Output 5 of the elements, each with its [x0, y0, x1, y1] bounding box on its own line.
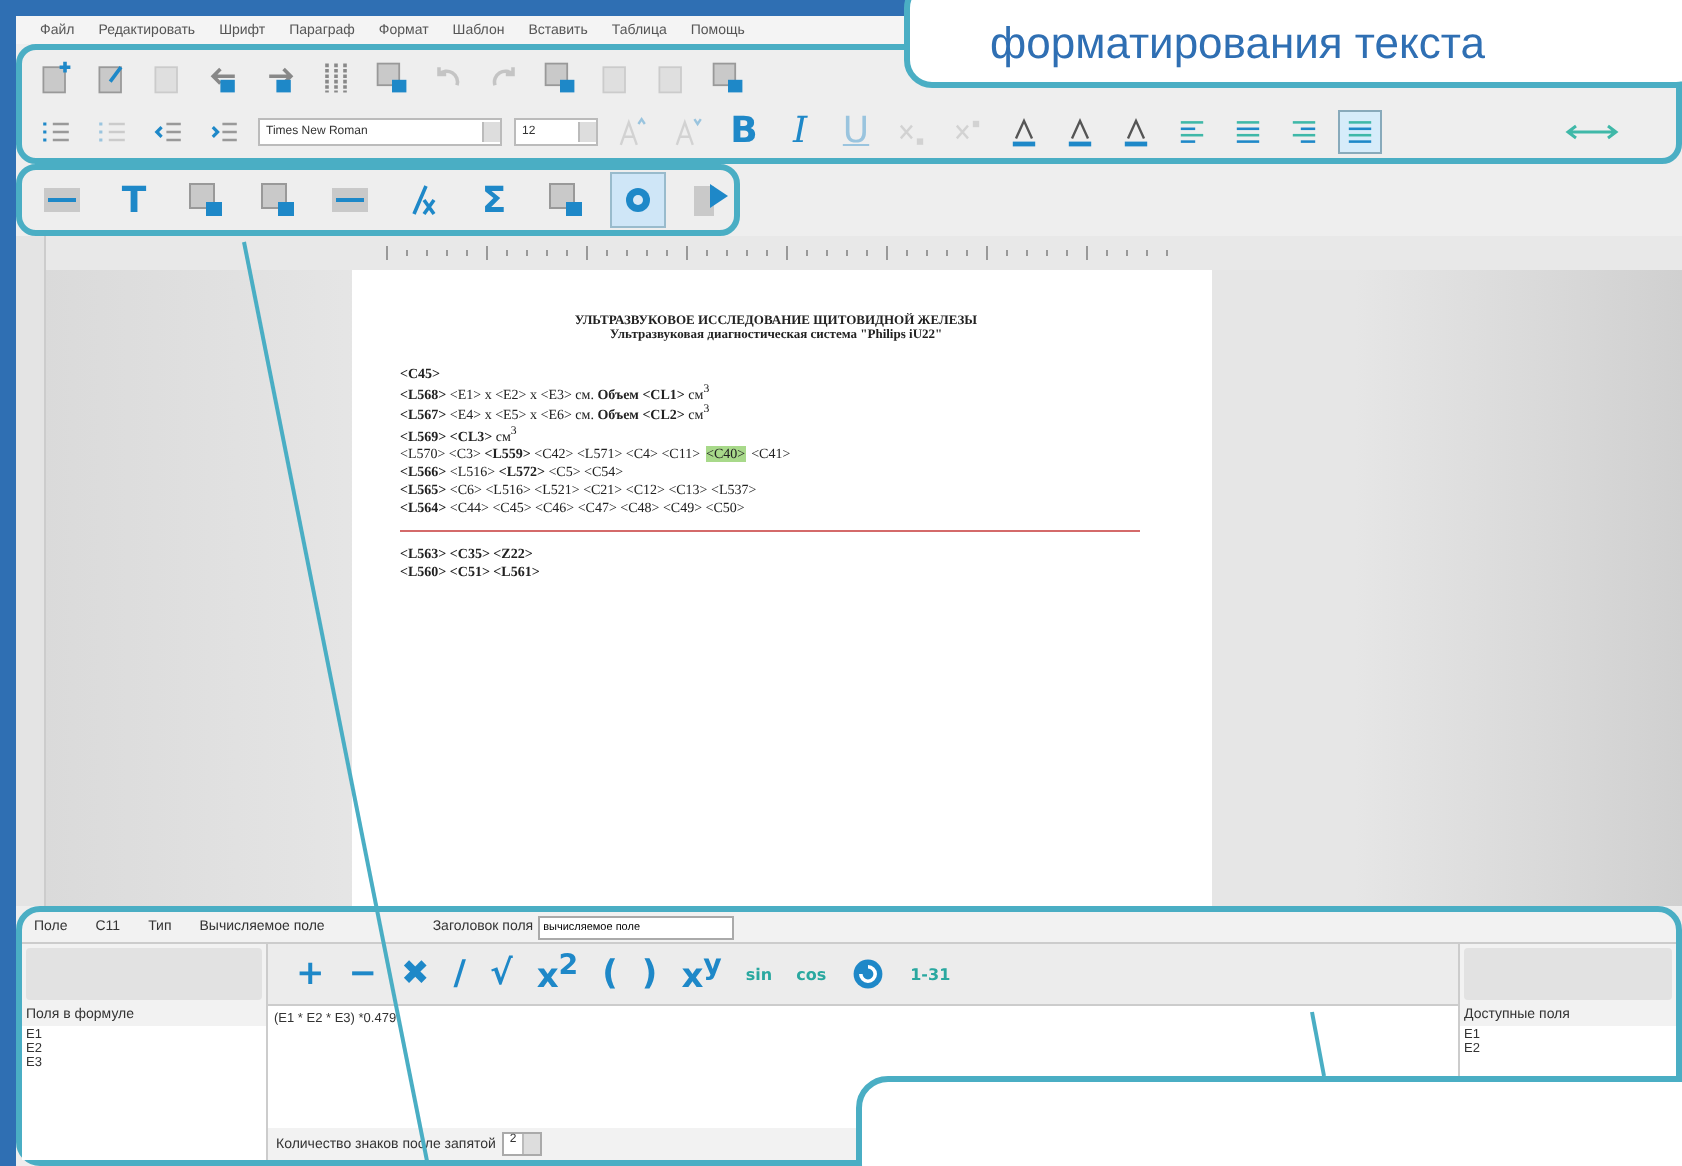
- align-justify-icon[interactable]: [1338, 109, 1382, 153]
- callout-text: форматирования текста: [990, 18, 1485, 70]
- arrows-icon[interactable]: [1564, 121, 1624, 141]
- leader-line: [1310, 1011, 1326, 1077]
- settings-icon[interactable]: [610, 172, 666, 228]
